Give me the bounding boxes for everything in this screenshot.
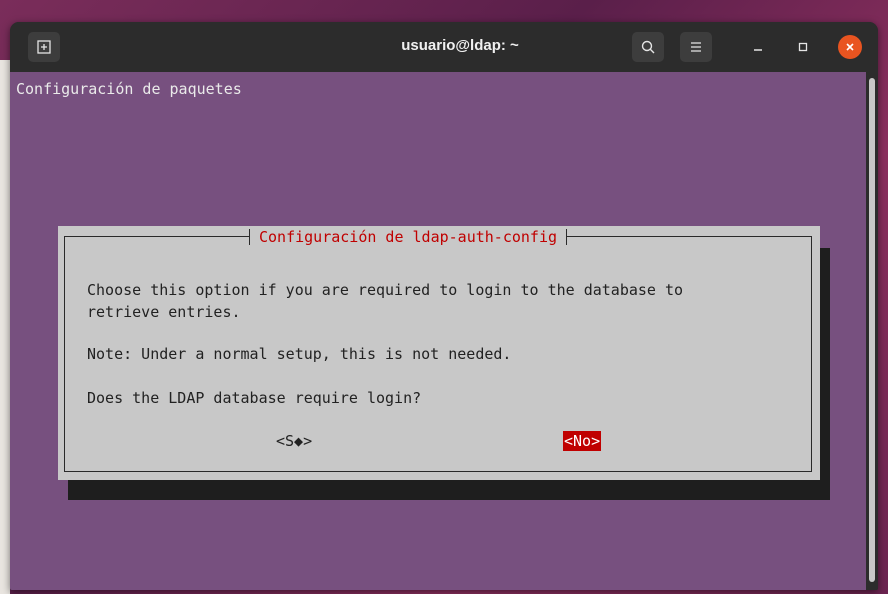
maximize-icon	[798, 42, 808, 52]
scrollbar-thumb[interactable]	[869, 78, 875, 582]
terminal-window: usuario@ldap: ~ Configuración de paquete…	[10, 22, 878, 590]
terminal-heading: Configuración de paquetes	[16, 80, 242, 98]
terminal-area[interactable]: Configuración de paquetes Configuración …	[10, 72, 866, 590]
new-tab-button[interactable]	[28, 32, 60, 62]
maximize-button[interactable]	[790, 34, 816, 60]
title-bar: usuario@ldap: ~	[10, 22, 878, 72]
close-icon	[846, 43, 854, 51]
dialog-note: Note: Under a normal setup, this is not …	[87, 345, 512, 363]
dialog-frame: Configuración de ldap-auth-config Choose…	[64, 226, 812, 472]
hamburger-menu-icon	[691, 42, 701, 52]
search-icon	[641, 40, 655, 54]
search-button[interactable]	[632, 32, 664, 62]
dialog-title: Configuración de ldap-auth-config	[249, 226, 568, 248]
close-button[interactable]	[838, 35, 862, 59]
window-title: usuario@ldap: ~	[401, 37, 519, 54]
new-tab-icon	[37, 40, 51, 54]
dialog-description: Choose this option if you are required t…	[87, 281, 684, 321]
no-button[interactable]: <No>	[563, 431, 602, 451]
minimize-button[interactable]	[745, 34, 771, 60]
debconf-dialog: Configuración de ldap-auth-config Choose…	[58, 226, 820, 480]
dialog-question: Does the LDAP database require login?	[87, 389, 422, 407]
menu-button[interactable]	[680, 32, 712, 62]
yes-button[interactable]: <S◆>	[275, 431, 313, 451]
desktop-background-strip	[0, 60, 10, 594]
minimize-icon	[754, 49, 762, 51]
scrollbar[interactable]	[866, 72, 878, 590]
